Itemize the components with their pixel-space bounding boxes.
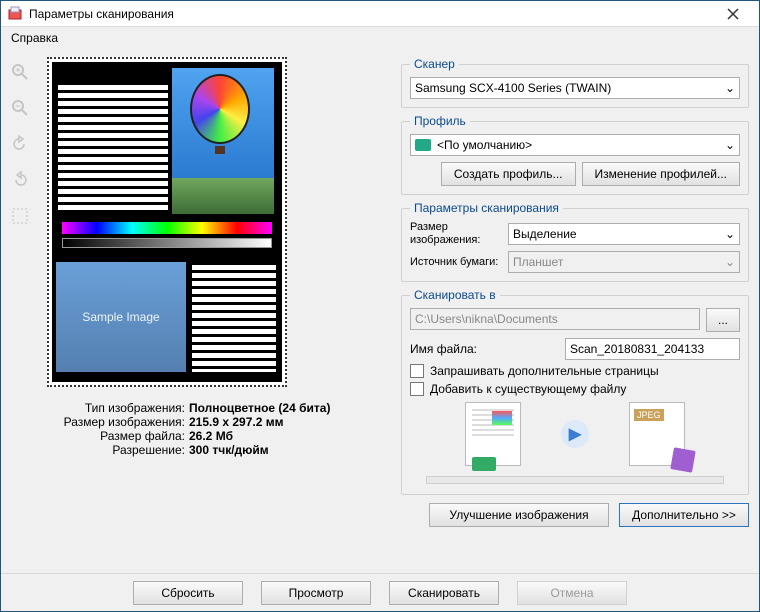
zoom-out-icon: [10, 98, 30, 118]
filename-input[interactable]: Scan_20180831_204133: [565, 338, 740, 360]
zoom-out-button[interactable]: [5, 93, 35, 123]
window-close-button[interactable]: [713, 1, 753, 27]
menu-help[interactable]: Справка: [5, 29, 64, 47]
window-title: Параметры сканирования: [29, 7, 713, 21]
enhance-image-button[interactable]: Улучшение изображения: [429, 503, 609, 527]
scanner-select[interactable]: Samsung SCX-4100 Series (TWAIN) ⌄: [410, 77, 740, 99]
profile-select[interactable]: <По умолчанию> ⌄: [410, 134, 740, 156]
info-filesize-value: 26.2 Мб: [189, 429, 233, 443]
scanner-legend: Сканер: [410, 57, 459, 71]
profile-icon: [415, 139, 431, 151]
append-file-label: Добавить к существующему файлу: [430, 382, 626, 396]
more-options-button[interactable]: Дополнительно >>: [619, 503, 749, 527]
create-profile-button[interactable]: Создать профиль...: [441, 162, 576, 186]
profile-value: <По умолчанию>: [437, 138, 532, 152]
paper-source-value: Планшет: [513, 255, 563, 269]
preview-button[interactable]: Просмотр: [261, 581, 371, 605]
source-document-icon: [465, 402, 521, 466]
zoom-in-button[interactable]: [5, 57, 35, 87]
progress-bar: [426, 476, 724, 484]
selection-button[interactable]: [5, 201, 35, 231]
ask-pages-checkbox[interactable]: [410, 364, 424, 378]
preview-content: Sample Image: [52, 62, 282, 382]
scan-preview[interactable]: Sample Image: [47, 57, 287, 387]
app-icon: [7, 6, 23, 22]
path-field: C:\Users\nikna\Documents: [410, 308, 700, 330]
chevron-down-icon: ⌄: [725, 255, 735, 269]
info-type-label: Тип изображения:: [47, 401, 189, 415]
image-size-select[interactable]: Выделение ⌄: [508, 223, 740, 245]
paper-source-label: Источник бумаги:: [410, 256, 500, 269]
browse-button[interactable]: ...: [706, 308, 740, 332]
sample-image-text: Sample Image: [82, 310, 159, 324]
edit-profiles-button[interactable]: Изменение профилей...: [582, 162, 741, 186]
info-imgsize-value: 215.9 x 297.2 мм: [189, 415, 284, 429]
rotate-left-button[interactable]: [5, 129, 35, 159]
rotate-right-button[interactable]: [5, 165, 35, 195]
image-size-value: Выделение: [513, 227, 577, 241]
image-size-label: Размер изображения:: [410, 221, 500, 247]
ask-pages-label: Запрашивать дополнительные страницы: [430, 364, 659, 378]
append-file-checkbox[interactable]: [410, 382, 424, 396]
close-icon: [727, 8, 739, 20]
paper-source-select: Планшет ⌄: [508, 251, 740, 273]
jpeg-output-icon: JPEG: [629, 402, 685, 466]
profile-legend: Профиль: [410, 114, 470, 128]
zoom-in-icon: [10, 62, 30, 82]
scanner-value: Samsung SCX-4100 Series (TWAIN): [415, 81, 611, 95]
info-imgsize-label: Размер изображения:: [47, 415, 189, 429]
info-res-value: 300 тчк/дюйм: [189, 443, 269, 457]
reset-button[interactable]: Сбросить: [133, 581, 243, 605]
chevron-down-icon: ⌄: [725, 227, 735, 241]
chevron-down-icon: ⌄: [725, 138, 735, 152]
info-filesize-label: Размер файла:: [47, 429, 189, 443]
scan-button[interactable]: Сканировать: [389, 581, 499, 605]
chevron-down-icon: ⌄: [725, 81, 735, 95]
arrow-icon: ▶: [561, 420, 589, 448]
info-type-value: Полноцветное (24 бита): [189, 401, 330, 415]
rotate-left-icon: [10, 134, 30, 154]
scan-params-legend: Параметры сканирования: [410, 201, 563, 215]
cancel-button: Отмена: [517, 581, 627, 605]
info-res-label: Разрешение:: [47, 443, 189, 457]
scan-info: Тип изображения:Полноцветное (24 бита) Р…: [47, 401, 367, 457]
filename-label: Имя файла:: [410, 342, 477, 356]
scan-to-legend: Сканировать в: [410, 288, 500, 302]
selection-icon: [10, 206, 30, 226]
rotate-right-icon: [10, 170, 30, 190]
